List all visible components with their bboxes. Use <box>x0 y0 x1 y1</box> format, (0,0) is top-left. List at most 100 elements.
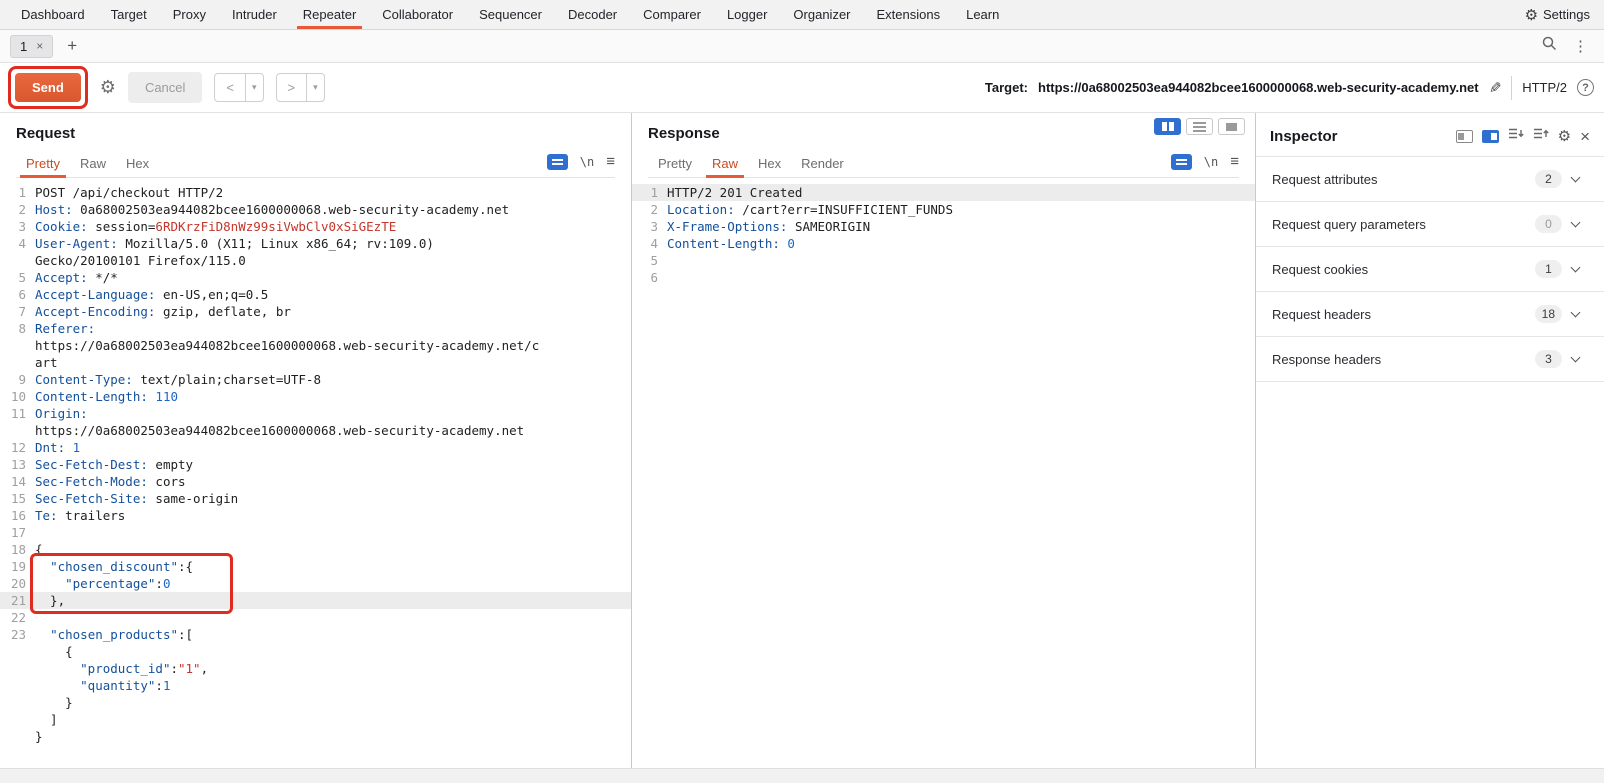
tab-hex[interactable]: Hex <box>116 150 159 177</box>
layout-single-icon[interactable] <box>1218 118 1245 135</box>
format-toggle-icon[interactable] <box>546 153 568 170</box>
menu-item-sequencer[interactable]: Sequencer <box>466 0 555 29</box>
format-toggle-icon[interactable] <box>1170 153 1192 170</box>
menu-item-organizer[interactable]: Organizer <box>780 0 863 29</box>
layout-rows-icon[interactable] <box>1186 118 1213 135</box>
forward-dropdown-icon[interactable]: ▾ <box>306 74 324 101</box>
code-line[interactable]: 2 Location: /cart?err=INSUFFICIENT_FUNDS <box>632 201 1255 218</box>
code-line[interactable]: 6 <box>632 269 1255 286</box>
request-editor-menu-icon[interactable]: ≡ <box>606 153 615 170</box>
response-editor-area[interactable]: 1 HTTP/2 201 Created 2 Location: /cart?err=… <box>632 178 1255 783</box>
add-tab-button[interactable]: + <box>63 36 81 56</box>
code-line[interactable]: 14 Sec-Fetch-Mode: cors <box>0 473 631 490</box>
code-line[interactable]: https://0a68002503ea944082bcee1600000068… <box>0 337 631 354</box>
menu-item-learn[interactable]: Learn <box>953 0 1012 29</box>
menu-item-collaborator[interactable]: Collaborator <box>369 0 466 29</box>
tab-render[interactable]: Render <box>791 150 854 177</box>
code-line[interactable]: 12 Dnt: 1 <box>0 439 631 456</box>
inspector-settings-gear-icon[interactable]: ⚙ <box>1558 127 1571 145</box>
code-line[interactable]: 6 Accept-Language: en-US,en;q=0.5 <box>0 286 631 303</box>
split-view-icon[interactable] <box>1481 129 1499 143</box>
layout-columns-icon[interactable] <box>1154 118 1181 135</box>
menu-item-intruder[interactable]: Intruder <box>219 0 290 29</box>
inspector-section-request-query-parameters[interactable]: Request query parameters 0 <box>1256 202 1604 247</box>
bottom-scrollbar-strip[interactable] <box>0 768 1604 783</box>
code-line[interactable]: 7 Accept-Encoding: gzip, deflate, br <box>0 303 631 320</box>
code-line[interactable]: ] <box>0 711 631 728</box>
code-line[interactable]: 22 <box>0 609 631 626</box>
code-line[interactable]: } <box>0 694 631 711</box>
tab-raw[interactable]: Raw <box>702 150 748 178</box>
menu-item-extensions[interactable]: Extensions <box>864 0 954 29</box>
code-line[interactable]: 20 "percentage":0 <box>0 575 631 592</box>
send-button[interactable]: Send <box>15 73 81 102</box>
menu-item-target[interactable]: Target <box>98 0 160 29</box>
newline-toggle-icon[interactable]: \n <box>580 155 594 169</box>
response-editor-menu-icon[interactable]: ≡ <box>1230 153 1239 170</box>
send-settings-gear-icon[interactable]: ⚙ <box>100 77 116 98</box>
tab-raw[interactable]: Raw <box>70 150 116 177</box>
code-line[interactable]: 11 Origin: <box>0 405 631 422</box>
menu-item-logger[interactable]: Logger <box>714 0 780 29</box>
expand-all-icon[interactable] <box>1508 127 1524 145</box>
collapse-all-icon[interactable] <box>1533 127 1549 145</box>
help-icon[interactable]: ? <box>1577 79 1594 96</box>
code-line[interactable]: { <box>0 643 631 660</box>
code-line[interactable]: 15 Sec-Fetch-Site: same-origin <box>0 490 631 507</box>
menu-item-decoder[interactable]: Decoder <box>555 0 630 29</box>
code-line[interactable]: 16 Te: trailers <box>0 507 631 524</box>
back-button[interactable]: < <box>215 74 245 101</box>
line-number: 4 <box>650 236 658 251</box>
menu-item-comparer[interactable]: Comparer <box>630 0 714 29</box>
menu-item-proxy[interactable]: Proxy <box>160 0 219 29</box>
code-line[interactable]: 5 Accept: */* <box>0 269 631 286</box>
code-line[interactable]: 21 }, <box>0 592 631 609</box>
code-line[interactable]: 10 Content-Length: 110 <box>0 388 631 405</box>
inspector-section-request-headers[interactable]: Request headers 18 <box>1256 292 1604 337</box>
code-line[interactable]: 5 <box>632 252 1255 269</box>
code-line[interactable]: 13 Sec-Fetch-Dest: empty <box>0 456 631 473</box>
tab-pretty[interactable]: Pretty <box>648 150 702 177</box>
code-line[interactable]: 1 POST /api/checkout HTTP/2 <box>0 184 631 201</box>
menu-item-repeater[interactable]: Repeater <box>290 0 369 29</box>
code-line[interactable]: art <box>0 354 631 371</box>
settings-button[interactable]: ⚙ Settings <box>1511 0 1604 29</box>
code-line[interactable]: 4 Content-Length: 0 <box>632 235 1255 252</box>
back-dropdown-icon[interactable]: ▾ <box>245 74 263 101</box>
inspector-section-request-cookies[interactable]: Request cookies 1 <box>1256 247 1604 292</box>
tab-pretty[interactable]: Pretty <box>16 150 70 178</box>
code-line[interactable]: 2 Host: 0a68002503ea944082bcee1600000068.… <box>0 201 631 218</box>
request-editor-area[interactable]: 1 POST /api/checkout HTTP/2 2 Host: 0a68002… <box>0 178 631 783</box>
newline-toggle-icon[interactable]: \n <box>1204 155 1218 169</box>
code-line[interactable]: 8 Referer: <box>0 320 631 337</box>
close-inspector-icon[interactable]: × <box>1580 128 1590 145</box>
dock-view-icon[interactable] <box>1455 129 1473 143</box>
tab-hex[interactable]: Hex <box>748 150 791 177</box>
code-line[interactable]: 1 HTTP/2 201 Created <box>632 184 1255 201</box>
code-line[interactable]: https://0a68002503ea944082bcee1600000068… <box>0 422 631 439</box>
tab-more-menu-icon[interactable]: ⋮ <box>1567 37 1594 55</box>
code-line[interactable]: 18 { <box>0 541 631 558</box>
line-number: 1 <box>18 185 26 200</box>
code-line[interactable]: } <box>0 728 631 745</box>
cancel-button[interactable]: Cancel <box>127 72 203 103</box>
code-line[interactable]: "quantity":1 <box>0 677 631 694</box>
code-line[interactable]: 9 Content-Type: text/plain;charset=UTF-8 <box>0 371 631 388</box>
code-line[interactable]: 3 Cookie: session=6RDKrzFiD8nWz99siVwbClv… <box>0 218 631 235</box>
line-number <box>0 660 26 677</box>
edit-target-pencil-icon[interactable]: ✎ <box>1489 79 1502 97</box>
code-line[interactable]: 4 User-Agent: Mozilla/5.0 (X11; Linux x86… <box>0 235 631 252</box>
menu-item-dashboard[interactable]: Dashboard <box>8 0 98 29</box>
code-line[interactable]: 3 X-Frame-Options: SAMEORIGIN <box>632 218 1255 235</box>
code-line[interactable]: Gecko/20100101 Firefox/115.0 <box>0 252 631 269</box>
close-tab-icon[interactable]: × <box>36 40 43 52</box>
code-line[interactable]: "product_id":"1", <box>0 660 631 677</box>
inspector-section-response-headers[interactable]: Response headers 3 <box>1256 337 1604 382</box>
code-line[interactable]: 17 <box>0 524 631 541</box>
code-line[interactable]: 23 "chosen_products":[ <box>0 626 631 643</box>
forward-button[interactable]: > <box>277 74 307 101</box>
repeater-tab-1[interactable]: 1 × <box>10 34 54 58</box>
inspector-section-request-attributes[interactable]: Request attributes 2 <box>1256 157 1604 202</box>
search-icon[interactable] <box>1542 36 1557 56</box>
code-line[interactable]: 19 "chosen_discount":{ <box>0 558 631 575</box>
